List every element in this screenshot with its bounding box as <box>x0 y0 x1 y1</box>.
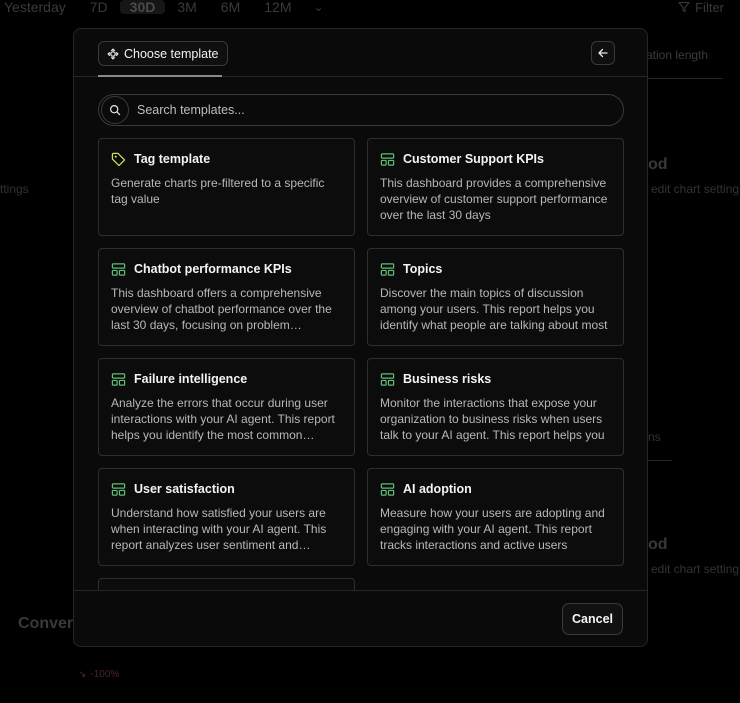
template-title: Business risks <box>403 372 492 386</box>
template-card[interactable]: Chatbot performance KPIs This dashboard … <box>98 248 355 346</box>
bg-card-heading: od <box>648 156 668 173</box>
modal-footer: Cancel <box>74 590 647 646</box>
bg-tab-label: ns <box>648 430 661 444</box>
bg-tab-label: sation length <box>640 48 709 62</box>
date-range-selector: Yesterday 7D 30D 3M 6M 12M ⌄ <box>0 0 334 14</box>
template-title: User satisfaction <box>134 482 235 496</box>
template-card[interactable]: User satisfaction Understand how satisfi… <box>98 468 355 566</box>
bg-card-heading: od <box>648 536 668 553</box>
template-list: Tag template Generate charts pre-filtere… <box>74 138 647 590</box>
template-title: AI adoption <box>403 482 472 496</box>
layout-template-icon <box>111 482 126 496</box>
tab-label: Choose template <box>124 46 219 61</box>
layout-template-icon <box>380 152 395 166</box>
tab-choose-template[interactable]: Choose template <box>98 41 228 66</box>
modal-header: Choose template <box>74 29 647 77</box>
template-description: Discover the main topics of discussion a… <box>380 286 608 332</box>
layout-template-icon <box>111 372 126 386</box>
bg-trend-value: -100% <box>90 669 120 680</box>
range-option: 7D <box>89 0 108 15</box>
choose-template-modal: Choose template Tag template Generate ch… <box>73 28 648 647</box>
filter-icon <box>678 1 690 13</box>
range-option-selected: 30D <box>119 0 166 14</box>
template-title: Chatbot performance KPIs <box>134 262 292 276</box>
filter-button: Filter <box>678 0 724 15</box>
bg-edit-chart-text: edit chart setting <box>651 562 740 576</box>
template-description: Understand how satisfied your users are … <box>111 506 327 552</box>
template-title: Topics <box>403 262 443 276</box>
filter-label: Filter <box>695 0 724 15</box>
template-card[interactable]: Customer Support KPIs This dashboard pro… <box>367 138 624 236</box>
template-card[interactable]: Business risks Monitor the interactions … <box>367 358 624 456</box>
template-description: Measure how your users are adopting and … <box>380 506 605 552</box>
template-card[interactable]: AI adoption Measure how your users are a… <box>367 468 624 566</box>
layout-template-icon <box>111 262 126 276</box>
template-search <box>98 94 624 126</box>
template-description: Generate charts pre-filtered to a specif… <box>111 176 325 206</box>
tag-icon <box>111 152 126 166</box>
range-option: 3M <box>177 0 197 15</box>
back-button[interactable] <box>591 41 615 65</box>
layout-template-icon <box>380 482 395 496</box>
template-card-partial[interactable] <box>98 578 355 590</box>
range-option: 6M <box>220 0 241 15</box>
bg-conversion-heading: Conver <box>18 615 74 632</box>
template-title: Failure intelligence <box>134 372 248 386</box>
divider <box>640 78 723 79</box>
template-title: Customer Support KPIs <box>403 152 544 166</box>
bg-trend: ↘ -100% <box>78 669 119 680</box>
range-option: Yesterday <box>4 0 66 15</box>
active-tab-indicator <box>98 75 222 77</box>
template-description: This dashboard provides a comprehensive … <box>380 176 608 222</box>
layout-template-icon <box>380 372 395 386</box>
chevron-down-icon: ⌄ <box>313 0 324 14</box>
bg-settings-text: ttings <box>0 182 29 196</box>
template-title: Tag template <box>134 152 211 166</box>
template-card[interactable]: Topics Discover the main topics of discu… <box>367 248 624 346</box>
template-card[interactable]: Failure intelligence Analyze the errors … <box>98 358 355 456</box>
arrow-left-icon <box>598 48 608 58</box>
template-card[interactable]: Tag template Generate charts pre-filtere… <box>98 138 355 236</box>
template-description: Analyze the errors that occur during use… <box>111 396 335 442</box>
search-icon <box>101 96 129 124</box>
range-option: 12M <box>264 0 292 15</box>
cancel-button[interactable]: Cancel <box>562 603 623 635</box>
trend-down-icon: ↘ <box>78 669 87 680</box>
template-description: This dashboard offers a comprehensive ov… <box>111 286 332 332</box>
layout-template-icon <box>380 262 395 276</box>
template-grid: Tag template Generate charts pre-filtere… <box>98 138 624 590</box>
bg-edit-chart-text: edit chart setting <box>651 182 740 196</box>
template-move-icon <box>107 48 119 59</box>
search-input[interactable] <box>137 103 607 117</box>
template-description: Monitor the interactions that expose you… <box>380 396 605 442</box>
